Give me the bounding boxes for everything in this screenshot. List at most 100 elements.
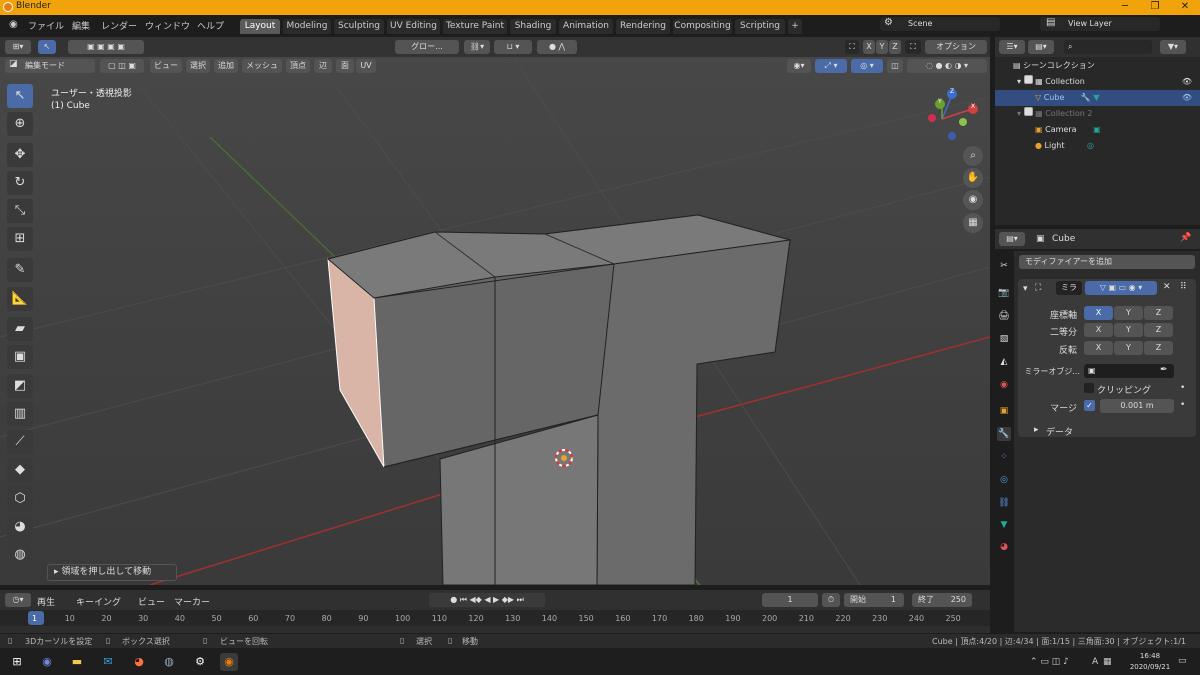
menu-view[interactable]: ビュー [150,59,182,73]
select-mode-buttons[interactable]: ▢ ◫ ▣ [100,59,144,73]
overlay-toggle-icon[interactable]: ◎ ▾ [851,59,883,73]
knife-tool-icon[interactable]: ⟋ [7,430,33,454]
outliner-row-camera[interactable]: ▣ Camera ▣ [995,122,1200,138]
tab-scripting[interactable]: Scripting [735,19,785,34]
outliner-editor-type-icon[interactable]: ☰▾ [999,40,1025,54]
object-tab-icon[interactable]: ▣ [997,404,1011,418]
select-tool-icon[interactable]: ↖ [38,40,56,54]
merge-distance-field[interactable]: 0.001 m [1100,399,1174,413]
blender-menu-icon[interactable]: ◉ [9,19,18,30]
tab-texture-paint[interactable]: Texture Paint [443,19,507,34]
flip-y-toggle[interactable]: Y [1114,341,1143,355]
proportional-edit-icon[interactable]: ● ⋀ [537,40,577,54]
clock-date[interactable]: 2020/09/21 [1124,663,1176,671]
menu-render[interactable]: レンダー [101,19,137,32]
modifier-toggles[interactable]: ▽ ▣ ▭ ◉ ▾ [1085,281,1157,295]
menu-help[interactable]: ヘルプ [197,19,224,32]
windows-start-icon[interactable]: ⊞ [8,653,26,671]
menu-add[interactable]: 追加 [214,59,238,73]
tool-tab-icon[interactable]: ✂ [997,259,1011,273]
menu-vertex[interactable]: 頂点 [286,59,310,73]
discord-icon[interactable]: ◉ [38,653,56,671]
snap-icon[interactable]: ⊔ ▾ [494,40,532,54]
output-tab-icon[interactable]: 🖨 [997,309,1011,323]
axis-x-toggle[interactable]: X [1084,306,1113,320]
tab-animation[interactable]: Animation [559,19,613,34]
outliner-search-input[interactable]: ⌕ [1064,40,1152,54]
annotate-tool-icon[interactable]: ✎ [7,258,33,282]
modifier-delete-icon[interactable]: ✕ [1163,282,1171,292]
flip-x-toggle[interactable]: X [1084,341,1113,355]
properties-editor-type-icon[interactable]: ▤▾ [999,232,1025,246]
mirror-x-toggle[interactable]: X [863,40,875,54]
visibility-eye-icon[interactable]: 👁 [1182,90,1192,106]
outliner-row-collection-2[interactable]: ▾ ▦ Collection 2 [995,106,1200,122]
tab-compositing[interactable]: Compositing [673,19,732,34]
add-modifier-dropdown[interactable]: モディファイアーを追加 [1019,255,1195,269]
shear-tool-icon[interactable]: ◍ [7,543,33,567]
filter-icon[interactable]: ▼▾ [1160,40,1186,54]
steam-icon[interactable]: ◍ [160,653,178,671]
scene-selector[interactable]: Scene [880,17,1000,31]
ime-icon[interactable]: ▦ [1103,657,1112,667]
pin-icon[interactable]: 📌 [1180,233,1191,243]
transform-tool-icon[interactable]: ⊞ [7,227,33,251]
constraints-tab-icon[interactable]: ⛓ [997,496,1011,510]
material-tab-icon[interactable]: ◕ [997,540,1011,554]
axis-y-toggle[interactable]: Y [1114,306,1143,320]
timeline-track[interactable] [0,626,990,633]
clock-time[interactable]: 16:48 [1130,652,1170,660]
render-tab-icon[interactable]: 📷 [997,286,1011,300]
ime-indicator[interactable]: A [1092,657,1098,667]
view-layer-selector[interactable]: View Layer [1040,17,1160,31]
spin-tool-icon[interactable]: ⬡ [7,487,33,511]
rotate-tool-icon[interactable]: ↻ [7,171,33,195]
poly-build-tool-icon[interactable]: ◆ [7,458,33,482]
axis-z-toggle[interactable]: Z [1144,306,1173,320]
extrude-tool-icon[interactable]: ▰ [7,317,33,341]
view-layer-tab-icon[interactable]: ▧ [997,332,1011,346]
options-dropdown[interactable]: オプション [925,40,987,54]
marker-menu[interactable]: マーカー [174,595,210,608]
topology-mirror-icon[interactable]: ⛶ [905,40,921,54]
mirror-z-toggle[interactable]: Z [889,40,901,54]
data-subpanel-label[interactable]: データ [1046,425,1073,438]
playback-menu[interactable]: 再生 [37,595,55,608]
keying-menu[interactable]: キーイング [76,595,121,608]
keyframe-dot-icon[interactable]: • [1180,400,1185,410]
display-mode-icon[interactable]: ▤▾ [1028,40,1054,54]
maximize-button[interactable]: ❐ [1140,0,1170,15]
flip-z-toggle[interactable]: Z [1144,341,1173,355]
select-box-tool-icon[interactable]: ↖ [7,84,33,108]
data-expand-icon[interactable]: ▸ [1034,425,1039,435]
pivot-icon[interactable]: ⛓▾ [464,40,490,54]
mirror-axis-icon[interactable]: ⛶ [845,40,859,54]
measure-tool-icon[interactable]: 📐 [7,287,33,311]
transform-orientation-dropdown[interactable]: グロー... [395,40,459,54]
tray-icons[interactable]: ⌃ ▭ ◫ ♪ [1030,657,1069,667]
clipping-checkbox[interactable] [1084,383,1094,393]
scene-collection-row[interactable]: ▤ シーンコレクション [995,58,1200,74]
file-explorer-icon[interactable]: ▬ [68,653,86,671]
menu-select[interactable]: 選択 [186,59,210,73]
outliner-row-collection[interactable]: ▾ ▦ Collection 👁 [995,74,1200,90]
merge-checkbox[interactable]: ✓ [1084,400,1095,411]
settings-gear-icon[interactable]: ⚙ [191,653,209,671]
tab-layout[interactable]: Layout [240,19,280,34]
3d-viewport[interactable]: Z X Y ユーザー・透視投影 (1) Cube ⌕ ✋ ◉ ▦ ▸ 領域を押し… [0,37,990,585]
mode-selector[interactable]: 編集モード [5,59,95,73]
tab-sculpting[interactable]: Sculpting [334,19,384,34]
menu-edge[interactable]: 辺 [314,59,332,73]
bisect-x-toggle[interactable]: X [1084,323,1113,337]
modifier-tab-icon[interactable]: 🔧 [997,427,1011,441]
add-workspace-button[interactable]: + [788,19,802,34]
bevel-tool-icon[interactable]: ◩ [7,374,33,398]
menu-edit[interactable]: 編集 [72,19,90,32]
move-tool-icon[interactable]: ✥ [7,143,33,167]
xray-icon[interactable]: ◫ [887,59,903,73]
last-operator-panel[interactable]: ▸ 領域を押し出して移動 [47,564,177,581]
loop-cut-tool-icon[interactable]: ▥ [7,402,33,426]
gizmo-y-label[interactable]: Y [938,98,942,105]
blender-taskbar-icon[interactable]: ◉ [220,653,238,671]
menu-mesh[interactable]: メッシュ [242,59,282,73]
